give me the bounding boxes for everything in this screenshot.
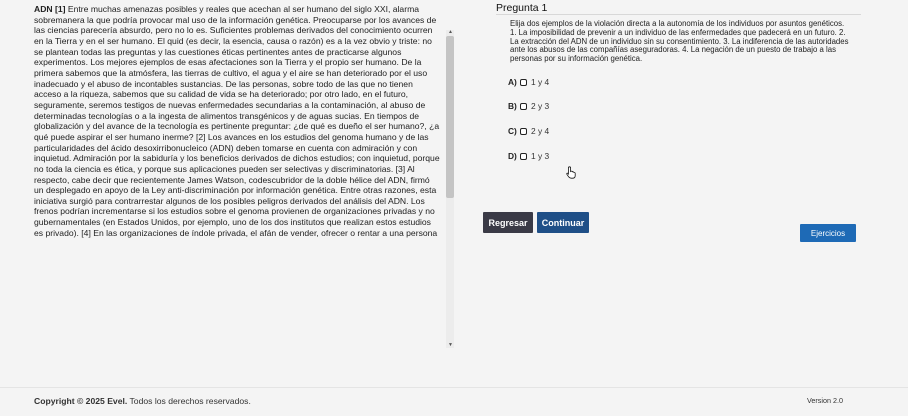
copyright-text: Copyright © 2025 Evel. Todos los derecho… <box>34 396 251 406</box>
question-prompt: Elija dos ejemplos de la violación direc… <box>510 19 855 64</box>
scroll-up-arrow-icon[interactable]: ▲ <box>448 29 453 35</box>
question-title: Pregunta 1 <box>496 2 548 14</box>
option-letter: B) <box>508 101 517 111</box>
question-divider <box>496 14 861 15</box>
reading-passage: ADN [1] Entre muchas amenazas posibles y… <box>34 4 440 351</box>
reading-ref-tag: ADN [1] <box>34 4 66 14</box>
reading-scrollbar[interactable] <box>446 30 454 348</box>
option-radio[interactable] <box>520 152 527 160</box>
reading-paragraph: ADN [1] Entre muchas amenazas posibles y… <box>34 4 440 238</box>
version-label: Version 2.0 <box>807 396 843 405</box>
option-letter: C) <box>508 126 517 136</box>
option-letter: A) <box>508 77 517 87</box>
copyright-brand: Copyright © 2025 Evel. <box>34 396 128 406</box>
option-label: 2 y 4 <box>531 126 550 136</box>
option-label: 1 y 3 <box>531 151 550 161</box>
continue-button[interactable]: Continuar <box>537 212 589 233</box>
option-label: 2 y 3 <box>531 101 550 111</box>
option-letter: D) <box>508 151 517 161</box>
question-statements: 1. La imposibilidad de prevenir a un ind… <box>510 27 849 64</box>
hand-pointer-cursor-icon <box>566 166 576 179</box>
scroll-down-arrow-icon[interactable]: ▼ <box>448 342 453 348</box>
option-radio[interactable] <box>520 78 527 86</box>
copyright-rest: Todos los derechos reservados. <box>127 396 251 406</box>
option-a[interactable]: A) 1 y 4 <box>508 77 549 87</box>
option-c[interactable]: C) 2 y 4 <box>508 126 549 136</box>
footer-divider <box>0 387 908 388</box>
option-radio[interactable] <box>520 102 527 110</box>
option-label: 1 y 4 <box>531 77 550 87</box>
exercises-button[interactable]: Ejercicios <box>800 224 856 242</box>
reading-scroll-thumb[interactable] <box>446 36 454 198</box>
reading-text: Entre muchas amenazas posibles y reales … <box>34 4 440 238</box>
option-b[interactable]: B) 2 y 3 <box>508 101 549 111</box>
back-button[interactable]: Regresar <box>483 212 533 233</box>
option-d[interactable]: D) 1 y 3 <box>508 151 549 161</box>
option-radio[interactable] <box>520 127 527 135</box>
